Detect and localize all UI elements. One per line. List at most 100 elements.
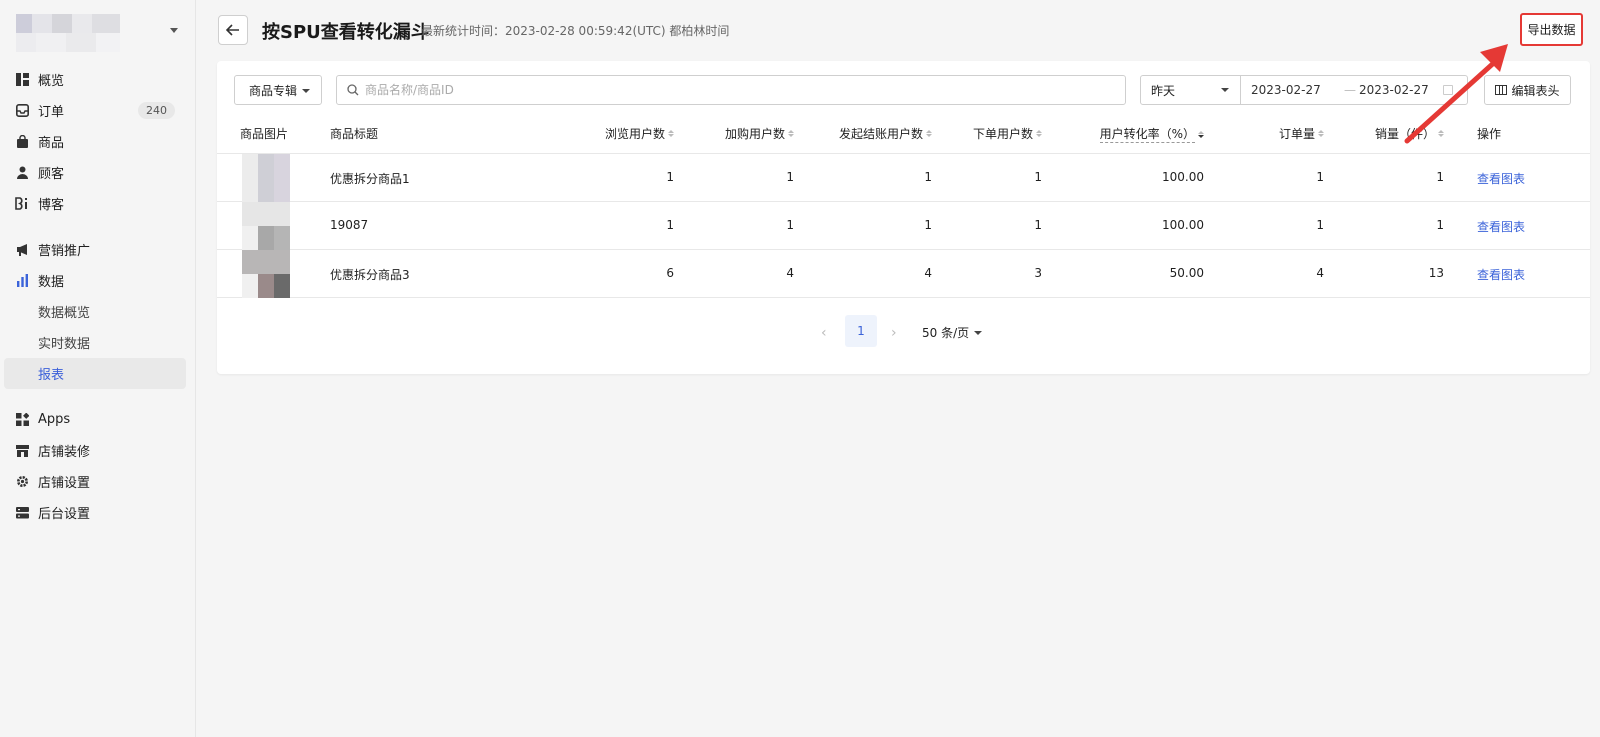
chevron-left-icon[interactable]: ‹ [821,325,827,341]
gear-icon [15,475,29,489]
browse-users: 6 [666,266,674,280]
cart-users: 1 [786,170,794,184]
sidebar-item-label: 数据 [38,275,65,290]
sidebar-item-store-settings[interactable]: 店铺设置 [0,466,196,497]
col-title: 商品标题 [330,127,379,141]
date-range-value: 昨天 [1151,83,1176,98]
orders: 1 [1316,218,1324,232]
arrow-left-icon [226,24,239,36]
sidebar-subitem-reports[interactable]: 报表 [4,358,186,389]
view-chart-link[interactable]: 查看图表 [1477,170,1525,187]
back-button[interactable] [218,15,248,45]
calendar-icon[interactable] [1443,85,1453,95]
col-image: 商品图片 [240,127,289,141]
category-select-value: 商品专辑 [249,83,298,98]
browse-users: 1 [666,218,674,232]
col-conversion-rate[interactable]: 用户转化率（%） [1067,125,1204,143]
cart-users: 1 [786,218,794,232]
edit-columns-button[interactable]: 编辑表头 [1484,75,1571,105]
date-range-select[interactable]: 昨天 [1141,76,1241,104]
date-end-input[interactable]: 2023-02-27 [1359,83,1437,97]
report-card: 商品专辑 昨天 2023-02-27 — 2023-02-27 编辑表头 商品图… [217,61,1590,374]
col-order-users[interactable]: 下单用户数 [957,125,1042,142]
server-icon [15,506,29,520]
sidebar-item-label: 商品 [38,136,65,151]
cart-users: 4 [786,266,794,280]
sidebar-item-label: 营销推广 [38,244,91,259]
sort-icon [1036,130,1042,137]
product-title: 优惠拆分商品1 [330,172,410,186]
sort-icon [788,130,794,137]
sidebar-item-label: Apps [38,412,71,427]
sidebar-item-label: 后台设置 [38,507,91,522]
sidebar-item-orders[interactable]: 订单 240 [0,95,196,126]
conversion-rate: 100.00 [1162,218,1204,232]
sales: 1 [1436,170,1444,184]
page-title: 按SPU查看转化漏斗 [262,22,429,43]
sidebar-item-label: 概览 [38,74,65,89]
sidebar-item-marketing[interactable]: 营销推广 [0,234,196,265]
table-row: 19087 1 1 1 1 100.00 1 1 查看图表 [217,202,1590,250]
sidebar-item-store-design[interactable]: 店铺装修 [0,435,196,466]
sidebar-item-overview[interactable]: 概览 [0,64,196,95]
sales: 13 [1428,266,1444,280]
blog-icon [15,197,29,211]
conversion-rate: 50.00 [1169,266,1204,280]
sort-desc-icon [1198,130,1204,138]
table-header: 商品图片 商品标题 浏览用户数 加购用户数 发起结账用户数 下单用户数 用户转化… [217,111,1590,154]
sidebar-item-customers[interactable]: 顾客 [0,157,196,188]
stat-time: 最新统计时间：2023-02-28 00:59:42(UTC) 都柏林时间 [421,24,730,38]
date-start-input[interactable]: 2023-02-27 [1251,83,1341,97]
chevron-right-icon[interactable]: › [891,325,897,341]
sidebar-subitem-realtime[interactable]: 实时数据 [0,327,196,358]
sidebar-item-data[interactable]: 数据 [0,265,196,296]
overview-icon [15,73,29,87]
search-field[interactable] [336,75,1126,105]
order-users: 1 [1034,170,1042,184]
browse-users: 1 [666,170,674,184]
col-orders[interactable]: 订单量 [1247,125,1324,142]
search-input[interactable] [365,83,1065,97]
inbox-icon [15,104,29,118]
chevron-down-icon [302,89,310,93]
megaphone-icon [15,243,29,257]
page-number-current[interactable]: 1 [845,315,877,347]
table-row: 优惠拆分商品1 1 1 1 1 100.00 1 1 查看图表 [217,154,1590,202]
orders: 1 [1316,170,1324,184]
store-switcher[interactable] [16,14,186,52]
sort-icon [1318,130,1324,137]
sidebar-subitem-data-overview[interactable]: 数据概览 [0,296,196,327]
view-chart-link[interactable]: 查看图表 [1477,266,1525,283]
product-thumbnail [242,202,290,250]
pagination: ‹ 1 › 50 条/页 [217,315,1590,349]
col-checkout-users[interactable]: 发起结账用户数 [807,125,932,142]
columns-icon [1495,85,1508,95]
sidebar-item-label: 订单 [38,105,65,120]
user-icon [15,166,29,180]
col-browse-users[interactable]: 浏览用户数 [587,125,674,142]
conversion-rate: 100.00 [1162,170,1204,184]
sort-icon [668,130,674,137]
sidebar-item-label: 博客 [38,198,65,213]
col-sales[interactable]: 销量（件） [1347,125,1444,142]
sidebar-item-admin-settings[interactable]: 后台设置 [0,497,196,528]
sort-icon [1438,130,1444,137]
sidebar-item-products[interactable]: 商品 [0,126,196,157]
chevron-down-icon [170,28,178,33]
product-title: 优惠拆分商品3 [330,268,410,282]
date-filter: 昨天 2023-02-27 — 2023-02-27 [1140,75,1468,105]
sidebar-item-apps[interactable]: Apps [0,404,196,435]
checkout-users: 4 [924,266,932,280]
view-chart-link[interactable]: 查看图表 [1477,218,1525,235]
chevron-down-icon [974,330,983,335]
page-size-select[interactable]: 50 条/页 [922,324,983,341]
sort-icon [926,130,932,137]
bar-chart-icon [15,274,29,288]
category-select[interactable]: 商品专辑 [234,75,322,105]
export-data-button[interactable]: 导出数据 [1520,13,1583,46]
order-count-badge: 240 [138,102,175,119]
col-cart-users[interactable]: 加购用户数 [707,125,794,142]
bag-icon [15,135,29,149]
sidebar-item-blog[interactable]: 博客 [0,188,196,219]
search-icon [347,84,359,96]
